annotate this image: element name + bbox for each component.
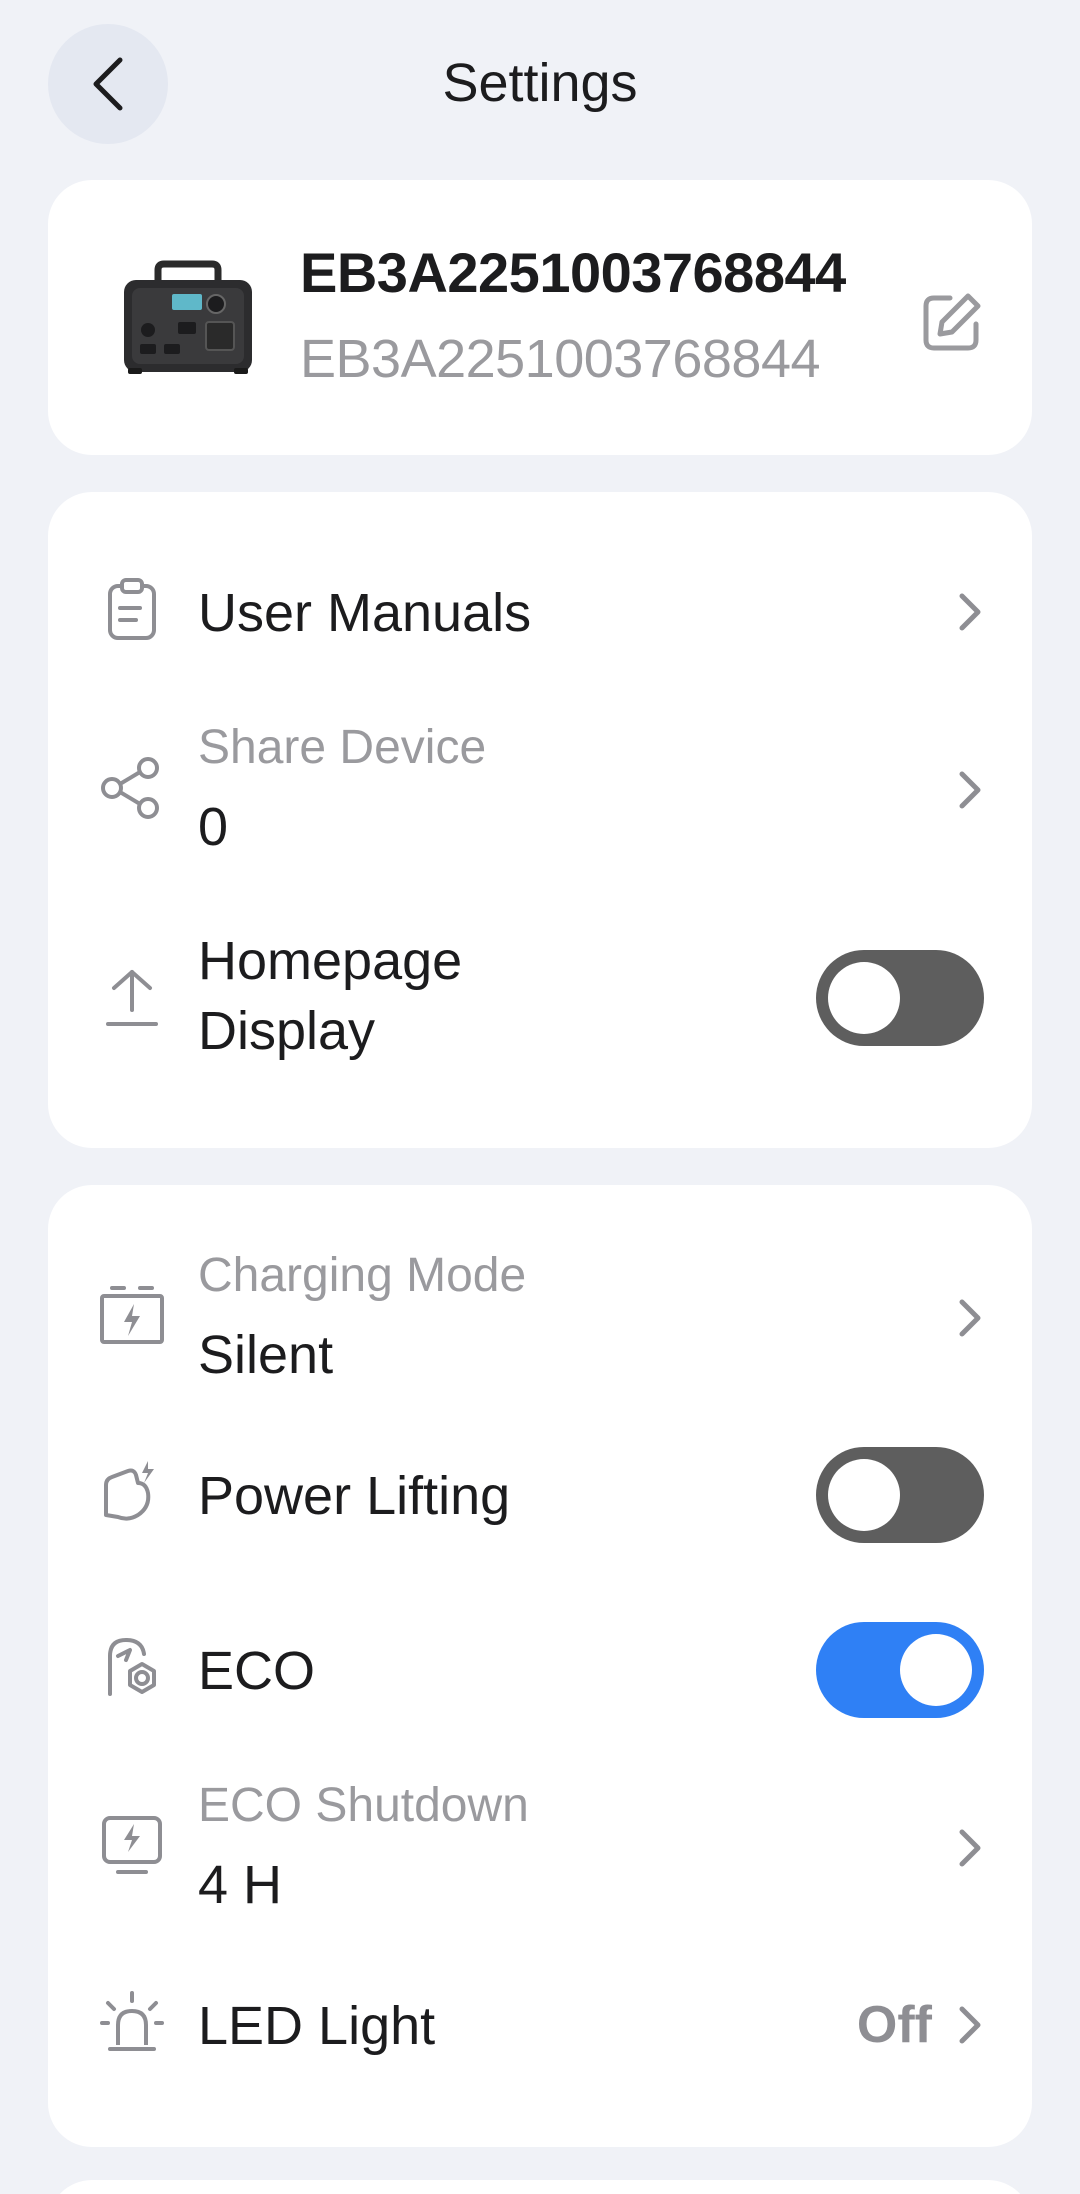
eco-icon [98, 1634, 166, 1702]
clipboard-icon [98, 576, 166, 644]
device-serial: EB3A2251003768844 [300, 329, 821, 389]
user-manuals-label: User Manuals [198, 583, 532, 643]
share-device-row[interactable]: Share Device 0 [48, 712, 1032, 862]
device-name: EB3A2251003768844 [300, 241, 846, 304]
chevron-right-icon [952, 590, 988, 634]
led-light-label: LED Light [198, 1996, 436, 2056]
homepage-display-row: Homepage Display [48, 922, 1032, 1072]
charging-mode-value: Silent [198, 1325, 334, 1385]
upload-icon [98, 964, 166, 1032]
edit-device-name-button[interactable] [920, 290, 984, 354]
battery-charge-icon [98, 1282, 166, 1350]
user-manuals-row[interactable]: User Manuals [48, 552, 1032, 672]
chevron-right-icon [952, 1826, 988, 1870]
monitor-bolt-icon [98, 1812, 166, 1880]
led-light-row[interactable]: LED Light Off [48, 1965, 1032, 2085]
power-lifting-toggle[interactable] [816, 1447, 984, 1543]
eco-label: ECO [198, 1641, 316, 1701]
toggle-knob [828, 1459, 900, 1531]
power-settings-card: Charging Mode Silent Power Lifting ECO E… [48, 1185, 1032, 2147]
chevron-right-icon [952, 1296, 988, 1340]
led-light-value: Off [856, 1996, 932, 2054]
device-card: EB3A2251003768844 EB3A2251003768844 [48, 180, 1032, 455]
eco-toggle[interactable] [816, 1622, 984, 1718]
eco-row: ECO [48, 1610, 1032, 1730]
charging-mode-label: Charging Mode [198, 1249, 527, 1302]
share-device-count: 0 [198, 797, 229, 857]
chevron-right-icon [952, 2003, 988, 2047]
alarm-light-icon [98, 1989, 166, 2057]
charging-mode-row[interactable]: Charging Mode Silent [48, 1240, 1032, 1390]
eco-shutdown-label: ECO Shutdown [198, 1779, 529, 1832]
toggle-knob [828, 962, 900, 1034]
power-lifting-row: Power Lifting [48, 1435, 1032, 1555]
share-device-label: Share Device [198, 721, 487, 774]
page-title: Settings [442, 53, 638, 113]
homepage-display-label-line1: Homepage [198, 931, 463, 991]
chevron-right-icon [952, 768, 988, 812]
power-lift-icon [98, 1459, 166, 1527]
homepage-display-toggle[interactable] [816, 950, 984, 1046]
edit-icon [923, 293, 981, 351]
toggle-knob [900, 1634, 972, 1706]
next-settings-card [48, 2180, 1032, 2194]
eco-shutdown-row[interactable]: ECO Shutdown 4 H [48, 1770, 1032, 1920]
eco-shutdown-value: 4 H [198, 1855, 283, 1915]
homepage-display-label-line2: Display [198, 1001, 376, 1061]
device-image [118, 260, 258, 380]
power-lifting-label: Power Lifting [198, 1466, 511, 1526]
share-icon [98, 754, 166, 822]
device-options-card: User Manuals Share Device 0 Homepage Dis… [48, 492, 1032, 1148]
